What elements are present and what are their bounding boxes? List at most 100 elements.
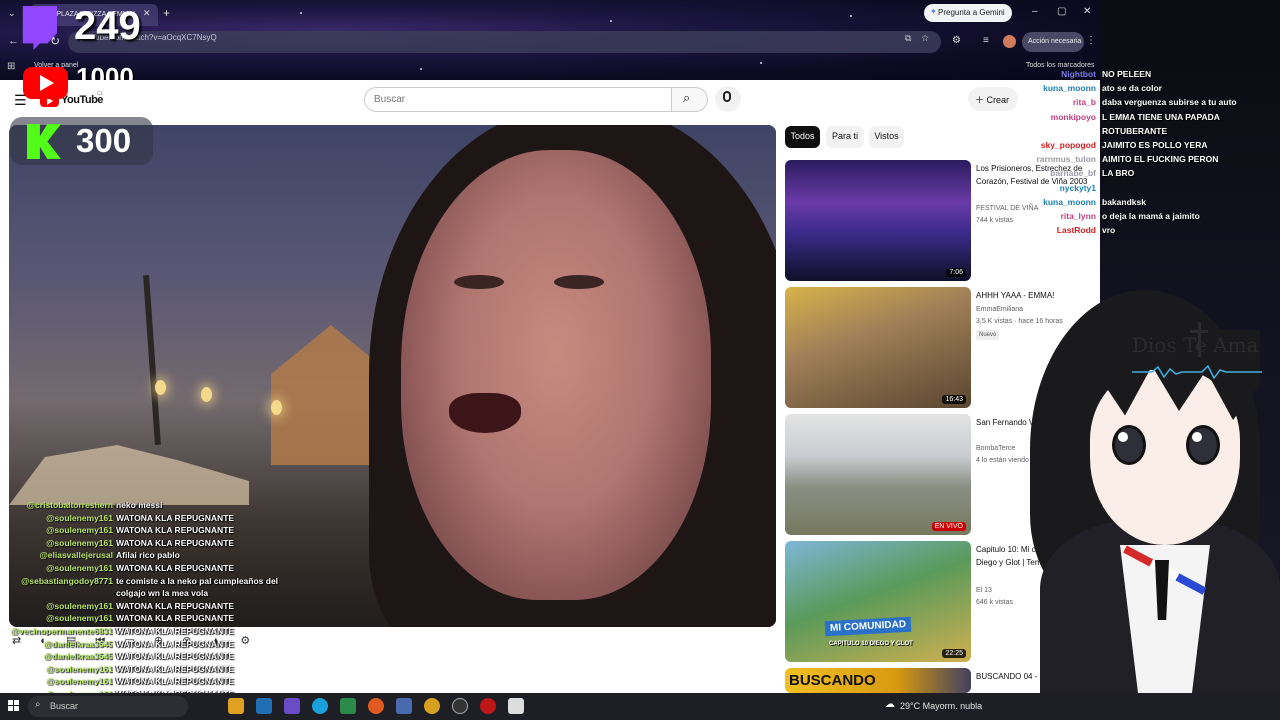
chat-text: WATONA KLA REPUGNANTE — [116, 600, 235, 611]
action-needed-button[interactable]: Acción necesaria — [1022, 32, 1084, 52]
chat-username: @soulenemy161 — [46, 663, 113, 674]
app-icon[interactable] — [508, 698, 524, 714]
chat-text: neko messi — [116, 500, 163, 510]
obs-icon[interactable] — [452, 698, 468, 714]
bookmarks-bar: ⊞ Volver a panel Todos los marcadores — [0, 56, 1100, 80]
weather-text[interactable]: 29°C Mayorm. nubla — [900, 701, 982, 711]
chat-username: LastRodd — [1056, 225, 1096, 236]
tab-strip: ⌄ (50) PLAZA Y PIZZA - EMMA! ✕ + Pregunt… — [0, 0, 1100, 28]
new-tab-icon[interactable]: + — [163, 6, 170, 20]
chat-username: @soulenemy161 — [46, 600, 113, 611]
rec-title[interactable]: AHHH YAAA - EMMA! — [976, 289, 1096, 302]
thumb-text: CAPITULO 10 DIEGO Y GLOT — [829, 641, 913, 647]
chat-username: rita_b — [1072, 97, 1096, 108]
tab-close-icon[interactable]: ✕ — [143, 8, 151, 19]
chat-text: JAIMITO ES POLLO YERA — [1102, 140, 1208, 150]
windows-start-icon[interactable] — [8, 700, 20, 712]
tab-search-icon[interactable]: ⌄ — [8, 8, 16, 19]
chat-text: ato se da color — [1102, 83, 1162, 94]
chat-username: sky_popogod — [1040, 140, 1096, 150]
weather-icon: ☁ — [885, 699, 895, 710]
video-lamp — [155, 380, 166, 395]
rec-thumbnail[interactable]: BUSCANDO — [785, 668, 971, 693]
rec-thumbnail[interactable]: EN VIVO — [785, 414, 971, 535]
apps-grid-icon[interactable]: ⊞ — [7, 61, 15, 72]
chat-text: WATONA KLA REPUGNANTE — [116, 537, 235, 548]
rec-channel[interactable]: EmmaEmiliana — [976, 304, 1096, 315]
opera-icon[interactable] — [480, 698, 496, 714]
rec-thumbnail[interactable]: 7:06 — [785, 160, 971, 281]
new-badge: Nuevo — [976, 330, 1000, 340]
browser-menu-icon[interactable]: ⋮ — [1086, 35, 1096, 46]
country-code: CL — [97, 91, 104, 97]
rec-thumbnail[interactable]: 16:43 — [785, 287, 971, 408]
chat-text: LA BRO — [1102, 168, 1135, 179]
chip-para-ti[interactable]: Para ti — [826, 126, 864, 148]
extensions-icon[interactable]: ⚙ — [952, 35, 961, 46]
chat-username: @soulenemy161 — [46, 563, 113, 573]
create-label: Crear — [986, 95, 1010, 105]
profile-avatar[interactable] — [1003, 35, 1016, 48]
video-lamp — [201, 387, 212, 402]
chat-text: colgajo wn la mea vola — [116, 588, 209, 599]
chat-text: Afilai rico pablo — [116, 550, 180, 561]
chat-text: WATONA KLA REPUGNANTE — [116, 512, 235, 523]
chat-text: NO PELEEN — [1102, 69, 1152, 79]
chat-text: daba verguenza subirse a tu auto — [1102, 97, 1237, 108]
search-icon[interactable]: ⌕ — [683, 90, 690, 106]
chat-text: ROTUBERANTE — [1102, 125, 1168, 136]
rec-thumbnail[interactable]: MI COMUNIDAD CAPITULO 10 DIEGO Y GLOT 22… — [785, 541, 971, 662]
chip-vistos[interactable]: Vistos — [869, 126, 904, 148]
youtube-viewer-count: 1000 — [76, 62, 134, 80]
app-v-icon[interactable] — [396, 698, 412, 714]
chat-username: @vecinopermanente6831 — [10, 626, 113, 636]
media-icon[interactable]: ≡ — [983, 35, 989, 46]
kick-viewer-count: 300 — [76, 122, 132, 159]
chat-username: barnabe_bf — [1050, 168, 1096, 179]
chat-text: te comiste a la neko pal cumpleaños del — [116, 575, 279, 586]
search-input[interactable]: Buscar — [364, 87, 672, 112]
chat-text: o deja la mamá a jaimito — [1102, 211, 1200, 221]
file-explorer-icon[interactable] — [228, 698, 244, 714]
bookmark-star-icon[interactable]: ⧉☆ — [905, 33, 939, 44]
chat-username: nyckyty1 — [1059, 182, 1096, 193]
chat-username: @cristobaltorreshern — [26, 500, 113, 510]
firefox-icon[interactable] — [368, 698, 384, 714]
taskbar-search[interactable]: Buscar — [28, 696, 188, 717]
chat-username: rarnmus_tulon — [1036, 154, 1096, 165]
cross-icon-bar — [1190, 330, 1208, 333]
chat-username: @danielkraa3545 — [43, 651, 113, 662]
chip-todos[interactable]: Todos — [785, 126, 820, 148]
discord-icon[interactable] — [284, 698, 300, 714]
video-duration: 7:06 — [946, 268, 966, 277]
chat-username: monkipoyo — [1050, 111, 1096, 122]
vscode-icon[interactable] — [256, 698, 272, 714]
video-duration: 16:43 — [942, 395, 966, 404]
bookmark-all[interactable]: Todos los marcadores — [1026, 62, 1094, 69]
dios-te-ama-sign: Dios Te Ama — [1132, 333, 1259, 357]
vtuber-eye-highlight — [1192, 432, 1202, 442]
audio-wave-icon — [1132, 365, 1262, 379]
edge-icon[interactable] — [312, 698, 328, 714]
chat-text: AIMITO EL FUCKING PERON — [1102, 154, 1219, 165]
maximize-icon[interactable]: ▢ — [1057, 6, 1066, 17]
chrome-icon[interactable] — [424, 698, 440, 714]
vtuber-eye — [1112, 425, 1146, 465]
close-window-icon[interactable]: ✕ — [1083, 6, 1091, 17]
chat-text: WATONA KLA REPUGNANTE — [116, 613, 235, 624]
gemini-button[interactable]: Pregunta a Gemini — [924, 4, 1012, 22]
video-lamp — [271, 400, 282, 415]
video-person-face — [401, 150, 711, 600]
chat-text: WATONA KLA REPUGNANTE — [116, 663, 235, 674]
minimize-icon[interactable]: – — [1032, 6, 1038, 17]
video-duration: 22:25 — [942, 649, 966, 658]
chat-username: rita_lynn — [1060, 211, 1096, 221]
chat-text: WATONA KLA REPUGNANTE — [116, 626, 235, 636]
chat-username: @soulenemy161 — [46, 676, 113, 687]
chat-username: @soulenemy161 — [46, 613, 113, 624]
chat-username: @soulenemy161 — [46, 525, 113, 536]
back-icon[interactable]: ← — [8, 35, 19, 47]
chat-username: @soulenemy161 — [46, 512, 113, 523]
store-icon[interactable] — [340, 698, 356, 714]
cross-icon — [1198, 322, 1201, 357]
